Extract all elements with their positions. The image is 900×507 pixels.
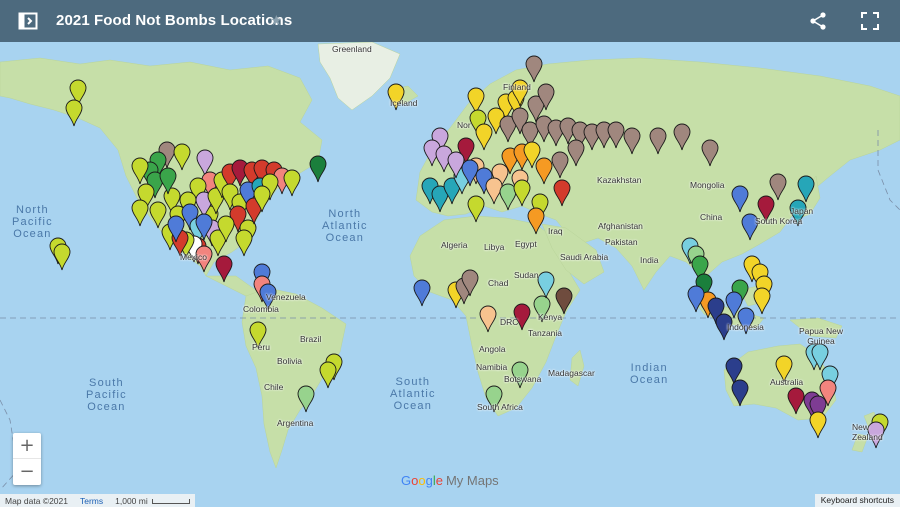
zoom-controls: + − [13, 433, 41, 485]
ocean-label-line: Ocean [630, 374, 669, 386]
place-label-south-korea: South Korea [755, 216, 803, 226]
ocean-label-line: Pacific [86, 389, 127, 401]
indian-ocean-label: Indian Ocean [630, 362, 668, 386]
scale-indicator: 1,000 mi [115, 496, 190, 506]
place-label-india: India [640, 255, 659, 265]
place-label-tanzania: Tanzania [528, 328, 563, 338]
place-label-new-zealand: New Zealand [852, 422, 883, 442]
google-my-maps-logo: Google My Maps [401, 473, 499, 488]
place-label-angola: Angola [479, 344, 506, 354]
top-bar: 2021 Food Not Bombs Locations ★ [0, 0, 900, 42]
ocean-label-line: Atlantic [390, 388, 436, 400]
ocean-label-line: North [328, 208, 362, 220]
place-label-algeria: Algeria [441, 240, 468, 250]
place-label-kazakhstan: Kazakhstan [597, 175, 642, 185]
place-label-colombia: Colombia [243, 304, 279, 314]
map-attribution: Map data ©2021 Terms 1,000 mi [0, 494, 195, 507]
place-label-afghanistan: Afghanistan [598, 221, 643, 231]
place-label-egypt: Egypt [515, 239, 537, 249]
place-label-south-africa: South Africa [477, 402, 523, 412]
place-label-finland: Finland [503, 82, 531, 92]
place-label-venezuela: Venezuela [266, 292, 306, 302]
place-label-pakistan: Pakistan [605, 237, 638, 247]
place-label-chad: Chad [488, 278, 509, 288]
place-label-namibia: Namibia [476, 362, 508, 372]
place-label-papua-new-guinea: Papua New Guinea [799, 326, 843, 346]
ocean-label-line: Ocean [87, 401, 126, 413]
place-label-australia: Australia [770, 377, 804, 387]
place-label-iceland: Iceland [390, 98, 418, 108]
place-label-chile: Chile [264, 382, 284, 392]
sidebar-toggle-icon[interactable] [18, 11, 38, 31]
place-label-nor: Nor [457, 120, 471, 130]
zoom-out-button[interactable]: − [13, 459, 41, 485]
scale-bar [151, 498, 190, 504]
place-label-mexico: Mexico [180, 252, 207, 262]
place-label-argentina: Argentina [277, 418, 314, 428]
map-canvas[interactable]: North Pacific Ocean North Atlantic Ocean… [0, 42, 900, 507]
ocean-label-line: South [89, 377, 124, 389]
place-label-indonesia: Indonesia [727, 322, 764, 332]
place-label-china: China [700, 212, 723, 222]
map-viewer: 2021 Food Not Bombs Locations ★ North Pa… [0, 0, 900, 507]
map-title: 2021 Food Not Bombs Locations [56, 12, 293, 29]
share-icon[interactable] [808, 11, 828, 31]
place-label-sudan: Sudan [514, 270, 539, 280]
place-label-brazil: Brazil [300, 334, 322, 344]
ocean-label-line: Ocean [325, 232, 365, 244]
ocean-label-line: Atlantic [322, 220, 368, 232]
place-label-bolivia: Bolivia [277, 356, 303, 366]
place-label-libya: Libya [484, 242, 505, 252]
logo-product-text: My Maps [445, 473, 499, 488]
fullscreen-icon[interactable] [861, 12, 879, 30]
map-data-text: Map data ©2021 [5, 495, 68, 506]
star-icon[interactable]: ★ [270, 12, 283, 29]
place-label-mongolia: Mongolia [690, 180, 725, 190]
north-atlantic-ocean-label: North Atlantic Ocean [322, 208, 368, 244]
ocean-label-line: South [395, 376, 431, 388]
world-map [0, 42, 900, 507]
ocean-label-line: Ocean [13, 228, 52, 240]
south-atlantic-ocean-label: South Atlantic Ocean [390, 376, 436, 412]
ocean-label-line: North [15, 204, 49, 216]
south-pacific-ocean-label: South Pacific Ocean [86, 377, 127, 413]
place-label-madagascar: Madagascar [548, 368, 595, 378]
place-label-peru: Peru [252, 342, 270, 352]
place-label-japan: Japan [790, 206, 814, 216]
place-label-kenya: Kenya [538, 312, 563, 322]
place-label-greenland: Greenland [332, 44, 372, 54]
keyboard-shortcuts-link[interactable]: Keyboard shortcuts [814, 494, 900, 507]
ocean-label-line: Pacific [12, 216, 53, 228]
ocean-label-line: Ocean [393, 400, 433, 412]
zoom-in-button[interactable]: + [13, 433, 41, 459]
scale-label: 1,000 mi [115, 495, 148, 506]
place-label-drc: DRC [500, 317, 519, 327]
ocean-label-line: Indian [630, 362, 668, 374]
place-label-iraq: Iraq [548, 226, 563, 236]
north-pacific-ocean-label: North Pacific Ocean [12, 204, 53, 240]
place-label-botswana: Botswana [504, 374, 542, 384]
place-label-saudi-arabia: Saudi Arabia [560, 252, 609, 262]
terms-link[interactable]: Terms [80, 496, 103, 506]
